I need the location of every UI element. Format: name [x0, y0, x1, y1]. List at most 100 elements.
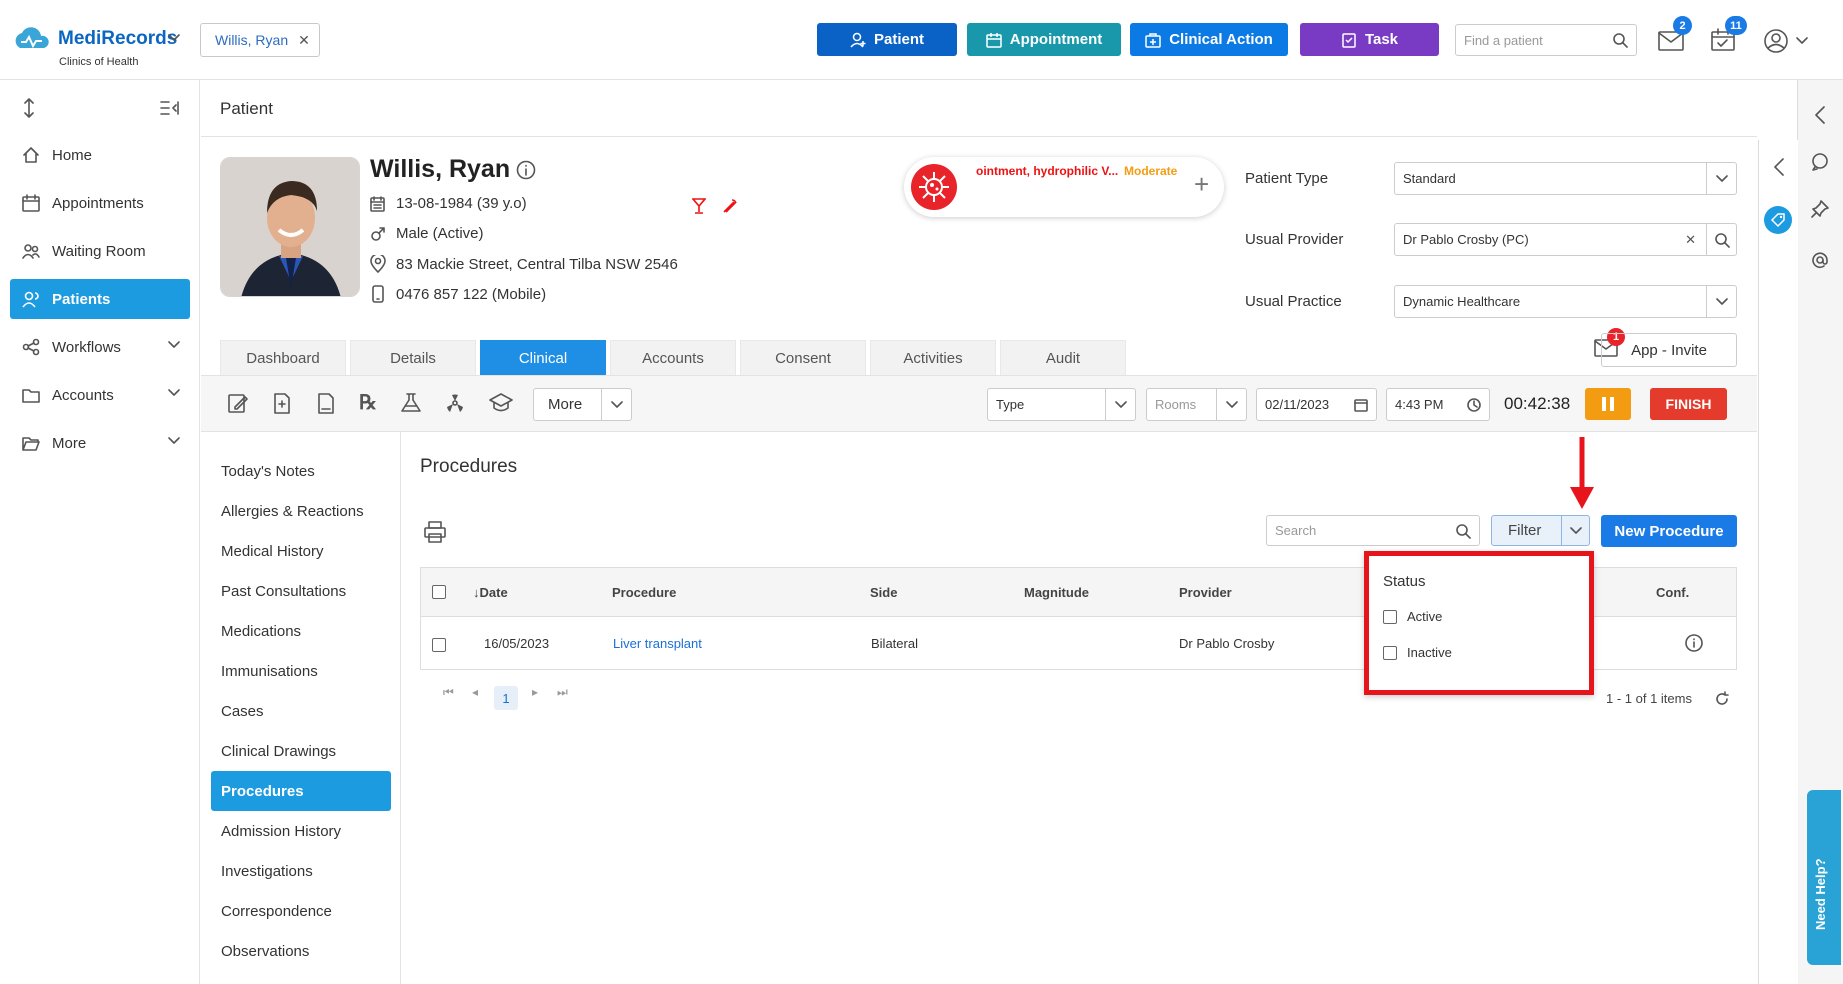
- app-invite-button[interactable]: App - Invite: [1601, 333, 1737, 367]
- notes-item-cases[interactable]: Cases: [211, 691, 391, 731]
- sidebar-item-accounts[interactable]: Accounts: [10, 375, 190, 415]
- find-patient-input[interactable]: Find a patient: [1455, 24, 1637, 56]
- print-icon[interactable]: [424, 521, 446, 543]
- active-checkbox[interactable]: [1383, 609, 1397, 624]
- notes-item-correspondence[interactable]: Correspondence: [211, 891, 391, 931]
- select-all-checkbox[interactable]: [432, 585, 446, 599]
- more-dropdown[interactable]: More: [533, 388, 632, 421]
- notes-item-procedures[interactable]: Procedures: [211, 771, 391, 811]
- notes-item-immunisations[interactable]: Immunisations: [211, 651, 391, 691]
- radiation-icon[interactable]: [444, 392, 466, 414]
- info-icon[interactable]: [516, 160, 536, 180]
- notes-item-investigations[interactable]: Investigations: [211, 851, 391, 891]
- clear-icon[interactable]: ✕: [1685, 232, 1696, 248]
- notes-item-admission-history[interactable]: Admission History: [211, 811, 391, 851]
- calendar-icon[interactable]: [1354, 398, 1368, 412]
- new-procedure-button[interactable]: New Procedure: [1601, 515, 1737, 547]
- last-page-icon[interactable]: ⏭: [557, 685, 568, 700]
- first-page-icon[interactable]: ⏮: [443, 685, 454, 700]
- open-patient-chip[interactable]: Willis, Ryan ✕: [200, 23, 320, 57]
- tab-activities[interactable]: Activities: [870, 340, 996, 376]
- search-icon[interactable]: [1612, 32, 1628, 48]
- rooms-select[interactable]: Rooms: [1146, 388, 1247, 421]
- pause-button[interactable]: [1585, 388, 1631, 420]
- patient-type-select[interactable]: Standard: [1394, 162, 1737, 195]
- procedure-search-input[interactable]: Search: [1266, 515, 1480, 546]
- tab-consent[interactable]: Consent: [740, 340, 866, 376]
- tab-audit[interactable]: Audit: [1000, 340, 1126, 376]
- column-header-procedure[interactable]: Procedure: [612, 585, 676, 600]
- tab-dashboard[interactable]: Dashboard: [220, 340, 346, 376]
- refresh-icon[interactable]: [1714, 691, 1730, 707]
- notes-item-clinical-drawings[interactable]: Clinical Drawings: [211, 731, 391, 771]
- usual-provider-field[interactable]: Dr Pablo Crosby (PC) ✕: [1394, 223, 1737, 256]
- sidebar-item-home[interactable]: Home: [10, 135, 190, 175]
- filter-option-inactive[interactable]: Inactive: [1383, 645, 1452, 660]
- previous-page-icon[interactable]: ◂: [472, 685, 478, 699]
- chevron-left-icon[interactable]: [1773, 158, 1785, 176]
- appointment-button[interactable]: Appointment: [967, 23, 1121, 56]
- task-button[interactable]: Task: [1300, 23, 1439, 56]
- search-icon[interactable]: [1455, 523, 1471, 539]
- filter-option-active[interactable]: Active: [1383, 609, 1442, 624]
- patient-button[interactable]: Patient: [817, 23, 957, 56]
- filter-button[interactable]: Filter: [1491, 515, 1590, 546]
- sidebar-item-waiting-room[interactable]: Waiting Room: [10, 231, 190, 271]
- document-icon[interactable]: [315, 392, 337, 414]
- finish-button[interactable]: FINISH: [1650, 388, 1727, 420]
- add-allergy-icon[interactable]: +: [1194, 171, 1209, 197]
- date-input[interactable]: 02/11/2023: [1256, 388, 1377, 421]
- filter-dropdown-toggle[interactable]: [1561, 516, 1589, 545]
- user-account-icon[interactable]: [1763, 28, 1789, 54]
- folder-open-icon: [22, 437, 40, 451]
- tag-icon[interactable]: [1764, 206, 1792, 234]
- info-icon[interactable]: [1685, 634, 1703, 652]
- usual-practice-select[interactable]: Dynamic Healthcare: [1394, 285, 1737, 318]
- next-page-icon[interactable]: ▸: [532, 685, 538, 699]
- time-input[interactable]: 4:43 PM: [1386, 388, 1490, 421]
- tab-clinical[interactable]: Clinical: [480, 340, 606, 376]
- column-header-side[interactable]: Side: [870, 585, 897, 600]
- at-sign-icon[interactable]: [1811, 251, 1829, 269]
- type-select[interactable]: Type: [987, 388, 1136, 421]
- notes-item-observations[interactable]: Observations: [211, 931, 391, 971]
- collapse-sidebar-icon[interactable]: [160, 100, 180, 116]
- close-icon[interactable]: ✕: [298, 32, 310, 49]
- column-header-provider[interactable]: Provider: [1179, 585, 1232, 600]
- search-icon[interactable]: [1714, 232, 1730, 248]
- sidebar-item-patients[interactable]: Patients: [10, 279, 190, 319]
- lab-flask-icon[interactable]: [399, 392, 423, 414]
- sidebar-item-workflows[interactable]: Workflows: [10, 327, 190, 367]
- allergy-alert-pill[interactable]: ointment, hydrophilic V... Moderate +: [904, 157, 1224, 217]
- chevron-down-icon[interactable]: [168, 34, 180, 42]
- chevron-left-icon[interactable]: [1814, 106, 1826, 124]
- notes-item-allergies[interactable]: Allergies & Reactions: [211, 491, 391, 531]
- column-header-conf[interactable]: Conf.: [1656, 585, 1689, 600]
- clock-icon[interactable]: [1467, 397, 1481, 412]
- prescription-icon[interactable]: ℞: [359, 390, 377, 415]
- notes-item-todays-notes[interactable]: Today's Notes: [211, 451, 391, 491]
- chevron-down-icon[interactable]: [1796, 37, 1808, 45]
- need-help-widget[interactable]: Need Help?: [1807, 790, 1841, 965]
- sidebar-item-appointments[interactable]: Appointments: [10, 183, 190, 223]
- row-procedure-link[interactable]: Liver transplant: [613, 636, 702, 651]
- edit-note-icon[interactable]: [227, 392, 249, 414]
- tab-details[interactable]: Details: [350, 340, 476, 376]
- pin-icon[interactable]: [1811, 200, 1829, 218]
- notes-item-medical-history[interactable]: Medical History: [211, 531, 391, 571]
- column-header-date[interactable]: ↓Date: [473, 585, 508, 600]
- chat-icon[interactable]: [1811, 153, 1829, 171]
- inactive-checkbox[interactable]: [1383, 645, 1397, 660]
- sidebar-item-more[interactable]: More: [10, 423, 190, 463]
- page-number[interactable]: 1: [494, 686, 518, 710]
- education-icon[interactable]: [489, 392, 513, 414]
- clinical-action-button[interactable]: Clinical Action: [1130, 23, 1288, 56]
- row-checkbox[interactable]: [432, 638, 446, 652]
- column-header-magnitude[interactable]: Magnitude: [1024, 585, 1089, 600]
- notes-item-medications[interactable]: Medications: [211, 611, 391, 651]
- app-logo[interactable]: MediRecords: [12, 26, 177, 52]
- tab-accounts[interactable]: Accounts: [610, 340, 736, 376]
- medical-document-icon[interactable]: [271, 392, 293, 414]
- resize-vertical-icon[interactable]: [22, 98, 36, 118]
- notes-item-past-consultations[interactable]: Past Consultations: [211, 571, 391, 611]
